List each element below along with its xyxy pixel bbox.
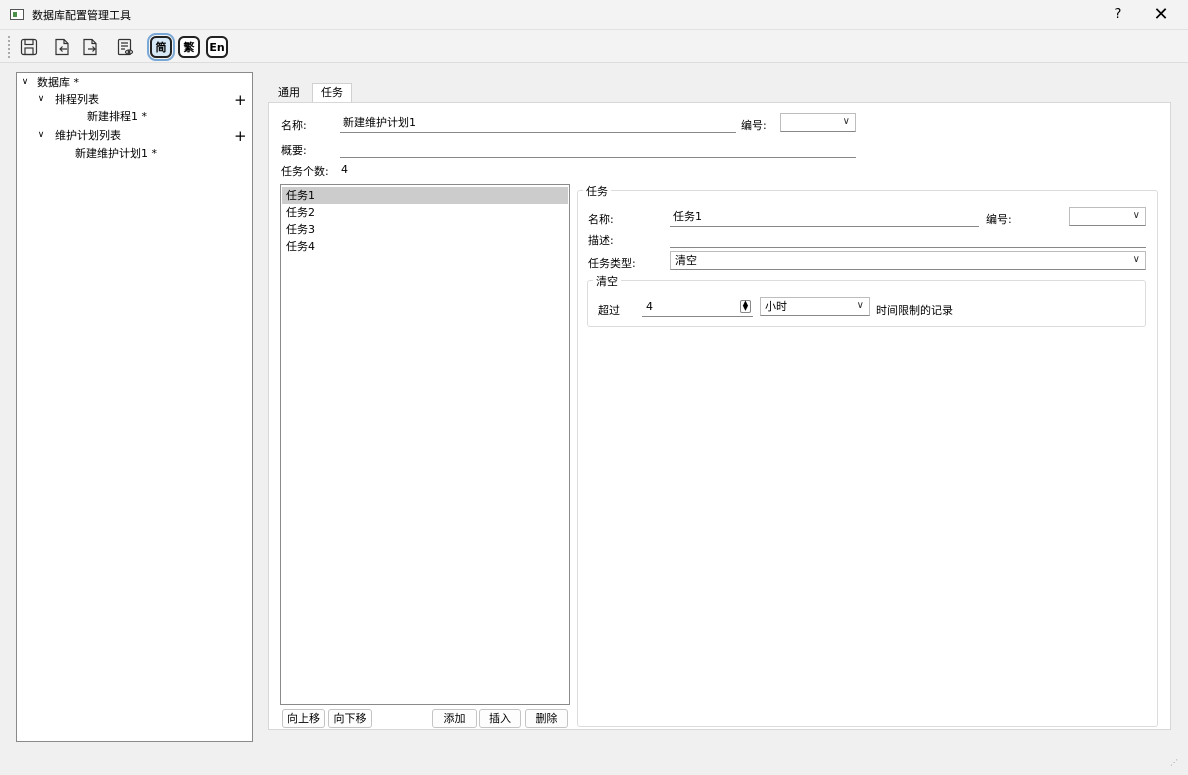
tree-item-maint-list[interactable]: 维护计划列表 (55, 129, 121, 143)
move-up-button[interactable]: 向上移 (282, 709, 325, 728)
add-task-button[interactable]: 添加 (432, 709, 477, 728)
chevron-down-icon: ∨ (1132, 254, 1140, 265)
tree-item-database[interactable]: 数据库 * (37, 76, 79, 90)
add-maint-plan-icon[interactable]: + (234, 129, 247, 144)
task-list[interactable]: 任务1 任务2 任务3 任务4 (280, 184, 570, 705)
tab-task[interactable]: 任务 (312, 83, 352, 103)
task-count-label: 任务个数: (281, 165, 329, 178)
clear-group-title: 清空 (593, 273, 621, 289)
chevron-down-icon: ∨ (856, 300, 864, 311)
toolbar-grip-icon[interactable] (8, 36, 11, 58)
chevron-down-icon[interactable]: ∨ (36, 130, 46, 140)
exceed-spinbox[interactable]: 4 ▲ ▼ (642, 298, 753, 317)
lang-traditional-button[interactable]: 繁 (178, 36, 200, 58)
export-icon[interactable] (78, 35, 102, 59)
tree-item-schedule[interactable]: 新建排程1 * (87, 110, 147, 124)
task-type-select[interactable]: 清空 ∨ (670, 251, 1146, 270)
list-item[interactable]: 任务2 (282, 204, 568, 221)
move-down-button[interactable]: 向下移 (328, 709, 372, 728)
help-button[interactable]: ? (1108, 5, 1128, 25)
task-detail-group (577, 190, 1158, 727)
plan-summary-label: 概要: (281, 144, 307, 157)
task-number-label: 编号: (986, 213, 1012, 226)
status-bar (0, 746, 1188, 775)
plan-number-select[interactable]: ∨ (780, 113, 856, 132)
preview-icon[interactable] (113, 35, 137, 59)
task-type-value: 清空 (675, 254, 697, 267)
tree-item-schedule-list[interactable]: 排程列表 (55, 93, 99, 107)
chevron-down-icon[interactable]: ∨ (20, 77, 30, 87)
task-detail-group-title: 任务 (583, 183, 611, 199)
lang-simplified-button[interactable]: 简 (147, 33, 175, 61)
plan-number-label: 编号: (741, 119, 767, 132)
list-item[interactable]: 任务4 (282, 238, 568, 255)
time-unit-select[interactable]: 小时 ∨ (760, 297, 870, 316)
size-grip-icon[interactable]: ⋰ (1170, 758, 1182, 770)
chevron-down-icon: ∨ (842, 116, 850, 127)
title-bar (0, 0, 1188, 30)
save-icon[interactable] (17, 35, 41, 59)
task-type-label: 任务类型: (588, 257, 636, 270)
app-icon (10, 9, 24, 20)
task-desc-label: 描述: (588, 234, 614, 247)
import-icon[interactable] (50, 35, 74, 59)
tree-item-maint-plan[interactable]: 新建维护计划1 * (75, 147, 157, 161)
plan-summary-input[interactable] (340, 139, 856, 158)
plan-name-input[interactable]: 新建维护计划1 (340, 114, 736, 133)
task-name-label: 名称: (588, 213, 614, 226)
tab-general[interactable]: 通用 (270, 84, 308, 103)
chevron-down-icon: ∨ (1132, 210, 1140, 221)
window-title: 数据库配置管理工具 (32, 9, 131, 22)
close-button[interactable]: ✕ (1150, 4, 1172, 26)
list-item[interactable]: 任务3 (282, 221, 568, 238)
task-name-input[interactable]: 任务1 (670, 208, 979, 227)
task-count-value: 4 (341, 163, 348, 176)
chevron-down-icon[interactable]: ∨ (36, 94, 46, 104)
delete-task-button[interactable]: 删除 (525, 709, 568, 728)
exceed-label: 超过 (598, 304, 620, 317)
time-unit-value: 小时 (765, 300, 787, 313)
task-desc-input[interactable] (670, 229, 1146, 248)
database-tree[interactable]: ∨ 数据库 * ∨ 排程列表 + 新建排程1 * ∨ 维护计划列表 + 新建维护… (16, 72, 253, 742)
exceed-value: 4 (646, 300, 653, 313)
list-item[interactable]: 任务1 (282, 187, 568, 204)
insert-task-button[interactable]: 插入 (479, 709, 521, 728)
time-limit-suffix-label: 时间限制的记录 (876, 304, 953, 317)
task-number-select[interactable]: ∨ (1069, 207, 1146, 226)
add-schedule-icon[interactable]: + (234, 93, 247, 108)
spin-arrows-icon[interactable]: ▲ ▼ (740, 300, 751, 313)
lang-english-button[interactable]: En (206, 36, 228, 58)
plan-name-label: 名称: (281, 119, 307, 132)
